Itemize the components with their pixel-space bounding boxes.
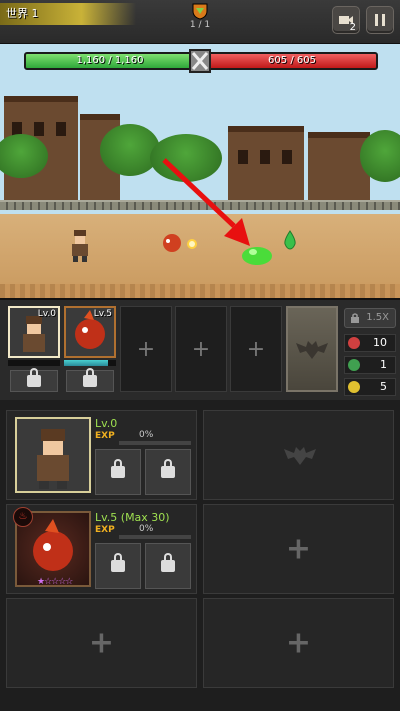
pause-button[interactable]	[366, 6, 394, 34]
lock-icon	[111, 553, 125, 572]
exp-bar	[119, 441, 191, 445]
resource-value: 1	[380, 358, 387, 371]
speed-label: 1.5X	[366, 312, 389, 323]
lock-icon	[351, 313, 359, 323]
hero-grid: Lv.0 EXP 0% ★☆☆☆☆ ♨ Lv.5 (Max 30) EXP 0%…	[0, 400, 400, 711]
party-hp-bar	[64, 360, 116, 366]
plus-icon: +	[285, 625, 312, 661]
exp-row: EXP 0%	[95, 524, 191, 539]
player-hero-sprite	[72, 230, 88, 262]
star-rating: ★☆☆☆☆	[37, 577, 73, 587]
empty-hero-cell[interactable]: +	[203, 504, 394, 594]
locked-hero-cell[interactable]	[203, 410, 394, 500]
party-level: Lv.0	[37, 309, 56, 319]
party-strip: Lv.0 Lv.5 + + + 1.5X 10 1 5	[0, 298, 400, 400]
empty-hero-cell[interactable]: +	[203, 598, 394, 688]
locked-gem-slot[interactable]	[145, 449, 191, 495]
battle-scene	[0, 84, 400, 298]
resource-green-potion: 1	[344, 356, 396, 374]
lock-icon	[161, 459, 175, 478]
enemy-hp-value: 605 / 605	[268, 55, 316, 66]
lock-icon	[83, 368, 97, 387]
exp-label: EXP	[95, 525, 115, 535]
plus-icon: +	[88, 625, 115, 661]
party-lock-slot[interactable]	[66, 368, 114, 392]
resource-value: 5	[380, 380, 387, 393]
red-potion-icon	[348, 337, 360, 349]
lock-icon	[27, 368, 41, 387]
party-slot[interactable]: Lv.5	[64, 306, 116, 392]
party-hero-card[interactable]: Lv.0	[8, 306, 60, 358]
video-badge: 2	[349, 22, 356, 33]
background-building	[308, 132, 370, 200]
locked-gem-slot[interactable]	[145, 543, 191, 589]
exp-percent: 0%	[139, 524, 154, 534]
resource-gold-egg: 5	[344, 378, 396, 396]
lock-icon	[111, 459, 125, 478]
empty-hero-cell[interactable]: +	[6, 598, 197, 688]
wave-indicator: 1 / 1	[186, 2, 214, 40]
party-level: Lv.5	[93, 309, 112, 319]
wave-shield-icon	[192, 3, 208, 20]
party-hero-card[interactable]: Lv.5	[64, 306, 116, 358]
party-slot[interactable]: Lv.0	[8, 306, 60, 392]
exp-bar	[119, 535, 191, 539]
exp-percent: 0%	[139, 430, 154, 440]
plus-icon: +	[246, 336, 266, 362]
plus-icon: +	[136, 336, 156, 362]
player-hp-value: 1,160 / 1,160	[76, 55, 144, 66]
tutorial-arrow-icon	[162, 158, 250, 246]
exp-label: EXP	[95, 431, 115, 441]
hp-bars: 1,160 / 1,160 605 / 605	[0, 44, 400, 84]
top-bar: 世界 1 1 / 1 2	[0, 0, 400, 44]
player-hp-bar: 1,160 / 1,160	[24, 52, 196, 70]
locked-gem-slot[interactable]	[95, 449, 141, 495]
hero-portrait-icon	[37, 429, 69, 489]
fire-element-icon: ♨	[13, 507, 33, 527]
party-hp-fill	[64, 360, 109, 366]
boss-slot[interactable]	[286, 306, 338, 392]
resource-value: 10	[373, 336, 387, 349]
hero-card[interactable]: Lv.0 EXP 0%	[6, 410, 197, 500]
resource-red-potion: 10	[344, 334, 396, 352]
party-hp-bar	[8, 360, 60, 366]
hero-portrait[interactable]	[15, 417, 91, 493]
gold-egg-icon	[348, 381, 360, 393]
wave-count: 1 / 1	[189, 20, 211, 30]
video-reward-button[interactable]: 2	[332, 6, 360, 34]
green-potion-icon	[348, 359, 360, 371]
hero-level: Lv.0	[95, 417, 118, 430]
hero-card[interactable]: ★☆☆☆☆ ♨ Lv.5 (Max 30) EXP 0%	[6, 504, 197, 594]
empty-party-slot[interactable]: +	[230, 306, 282, 392]
plus-icon: +	[191, 336, 211, 362]
party-lock-slot[interactable]	[10, 368, 58, 392]
speed-toggle-button[interactable]: 1.5X	[344, 308, 396, 328]
pause-icon	[375, 14, 385, 26]
exp-row: EXP 0%	[95, 430, 191, 445]
locked-gem-slot[interactable]	[95, 543, 141, 589]
empty-party-slot[interactable]: +	[175, 306, 227, 392]
enemy-hp-bar: 605 / 605	[206, 52, 378, 70]
hero-level: Lv.5 (Max 30)	[95, 511, 170, 524]
crossed-swords-icon	[189, 49, 211, 73]
bat-icon	[296, 341, 328, 359]
plus-icon: +	[285, 531, 312, 567]
world-label[interactable]: 世界 1	[0, 3, 136, 25]
game-screen: 世界 1 1 / 1 2 1,160 / 1,160 605 / 605 Lv.…	[0, 0, 400, 711]
bat-icon	[284, 447, 316, 465]
empty-party-slot[interactable]: +	[120, 306, 172, 392]
lock-icon	[161, 553, 175, 572]
green-drop-enemy	[284, 230, 296, 250]
